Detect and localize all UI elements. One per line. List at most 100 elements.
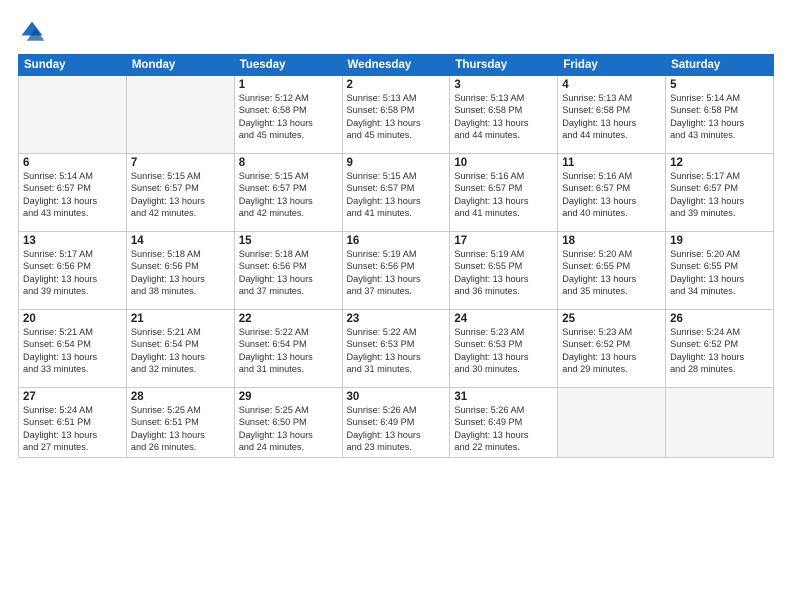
week-row-4: 20Sunrise: 5:21 AM Sunset: 6:54 PM Dayli… [19,310,774,388]
logo [18,18,50,46]
calendar-cell: 2Sunrise: 5:13 AM Sunset: 6:58 PM Daylig… [342,76,450,154]
calendar-cell: 21Sunrise: 5:21 AM Sunset: 6:54 PM Dayli… [126,310,234,388]
calendar-cell: 9Sunrise: 5:15 AM Sunset: 6:57 PM Daylig… [342,154,450,232]
day-info: Sunrise: 5:15 AM Sunset: 6:57 PM Dayligh… [239,170,338,220]
day-info: Sunrise: 5:16 AM Sunset: 6:57 PM Dayligh… [454,170,553,220]
calendar-cell: 17Sunrise: 5:19 AM Sunset: 6:55 PM Dayli… [450,232,558,310]
calendar-cell: 24Sunrise: 5:23 AM Sunset: 6:53 PM Dayli… [450,310,558,388]
calendar-cell: 13Sunrise: 5:17 AM Sunset: 6:56 PM Dayli… [19,232,127,310]
day-info: Sunrise: 5:26 AM Sunset: 6:49 PM Dayligh… [347,404,446,454]
day-number: 5 [670,79,769,91]
day-number: 20 [23,313,122,325]
day-number: 26 [670,313,769,325]
day-number: 25 [562,313,661,325]
calendar-cell: 18Sunrise: 5:20 AM Sunset: 6:55 PM Dayli… [558,232,666,310]
day-info: Sunrise: 5:24 AM Sunset: 6:51 PM Dayligh… [23,404,122,454]
calendar-cell: 23Sunrise: 5:22 AM Sunset: 6:53 PM Dayli… [342,310,450,388]
day-number: 27 [23,391,122,403]
calendar-cell: 1Sunrise: 5:12 AM Sunset: 6:58 PM Daylig… [234,76,342,154]
day-number: 28 [131,391,230,403]
day-info: Sunrise: 5:14 AM Sunset: 6:58 PM Dayligh… [670,92,769,142]
calendar-cell: 4Sunrise: 5:13 AM Sunset: 6:58 PM Daylig… [558,76,666,154]
day-info: Sunrise: 5:17 AM Sunset: 6:56 PM Dayligh… [23,248,122,298]
day-info: Sunrise: 5:25 AM Sunset: 6:51 PM Dayligh… [131,404,230,454]
day-info: Sunrise: 5:18 AM Sunset: 6:56 PM Dayligh… [131,248,230,298]
calendar-cell [126,76,234,154]
calendar-cell [558,388,666,458]
day-info: Sunrise: 5:19 AM Sunset: 6:55 PM Dayligh… [454,248,553,298]
day-info: Sunrise: 5:13 AM Sunset: 6:58 PM Dayligh… [454,92,553,142]
calendar-cell: 31Sunrise: 5:26 AM Sunset: 6:49 PM Dayli… [450,388,558,458]
weekday-header-saturday: Saturday [666,55,774,76]
day-info: Sunrise: 5:12 AM Sunset: 6:58 PM Dayligh… [239,92,338,142]
calendar-cell: 6Sunrise: 5:14 AM Sunset: 6:57 PM Daylig… [19,154,127,232]
calendar-cell: 15Sunrise: 5:18 AM Sunset: 6:56 PM Dayli… [234,232,342,310]
day-number: 24 [454,313,553,325]
day-info: Sunrise: 5:21 AM Sunset: 6:54 PM Dayligh… [131,326,230,376]
day-info: Sunrise: 5:14 AM Sunset: 6:57 PM Dayligh… [23,170,122,220]
calendar-cell: 8Sunrise: 5:15 AM Sunset: 6:57 PM Daylig… [234,154,342,232]
week-row-1: 1Sunrise: 5:12 AM Sunset: 6:58 PM Daylig… [19,76,774,154]
day-number: 11 [562,157,661,169]
day-info: Sunrise: 5:20 AM Sunset: 6:55 PM Dayligh… [670,248,769,298]
calendar-cell: 7Sunrise: 5:15 AM Sunset: 6:57 PM Daylig… [126,154,234,232]
header [18,18,774,46]
day-number: 14 [131,235,230,247]
weekday-header-row: SundayMondayTuesdayWednesdayThursdayFrid… [19,55,774,76]
calendar-cell: 20Sunrise: 5:21 AM Sunset: 6:54 PM Dayli… [19,310,127,388]
week-row-2: 6Sunrise: 5:14 AM Sunset: 6:57 PM Daylig… [19,154,774,232]
calendar-cell: 12Sunrise: 5:17 AM Sunset: 6:57 PM Dayli… [666,154,774,232]
day-info: Sunrise: 5:17 AM Sunset: 6:57 PM Dayligh… [670,170,769,220]
day-info: Sunrise: 5:15 AM Sunset: 6:57 PM Dayligh… [347,170,446,220]
calendar-cell: 30Sunrise: 5:26 AM Sunset: 6:49 PM Dayli… [342,388,450,458]
week-row-5: 27Sunrise: 5:24 AM Sunset: 6:51 PM Dayli… [19,388,774,458]
weekday-header-thursday: Thursday [450,55,558,76]
day-info: Sunrise: 5:13 AM Sunset: 6:58 PM Dayligh… [347,92,446,142]
day-info: Sunrise: 5:26 AM Sunset: 6:49 PM Dayligh… [454,404,553,454]
day-info: Sunrise: 5:23 AM Sunset: 6:53 PM Dayligh… [454,326,553,376]
day-number: 29 [239,391,338,403]
day-number: 16 [347,235,446,247]
calendar-cell: 3Sunrise: 5:13 AM Sunset: 6:58 PM Daylig… [450,76,558,154]
calendar-cell: 11Sunrise: 5:16 AM Sunset: 6:57 PM Dayli… [558,154,666,232]
weekday-header-monday: Monday [126,55,234,76]
day-info: Sunrise: 5:21 AM Sunset: 6:54 PM Dayligh… [23,326,122,376]
calendar-cell: 16Sunrise: 5:19 AM Sunset: 6:56 PM Dayli… [342,232,450,310]
calendar-cell: 28Sunrise: 5:25 AM Sunset: 6:51 PM Dayli… [126,388,234,458]
day-number: 4 [562,79,661,91]
day-info: Sunrise: 5:16 AM Sunset: 6:57 PM Dayligh… [562,170,661,220]
calendar-cell: 5Sunrise: 5:14 AM Sunset: 6:58 PM Daylig… [666,76,774,154]
day-info: Sunrise: 5:18 AM Sunset: 6:56 PM Dayligh… [239,248,338,298]
day-number: 15 [239,235,338,247]
day-number: 22 [239,313,338,325]
weekday-header-sunday: Sunday [19,55,127,76]
calendar-cell: 25Sunrise: 5:23 AM Sunset: 6:52 PM Dayli… [558,310,666,388]
day-info: Sunrise: 5:24 AM Sunset: 6:52 PM Dayligh… [670,326,769,376]
day-number: 12 [670,157,769,169]
day-number: 23 [347,313,446,325]
day-info: Sunrise: 5:22 AM Sunset: 6:54 PM Dayligh… [239,326,338,376]
logo-icon [18,18,46,46]
day-number: 2 [347,79,446,91]
day-info: Sunrise: 5:15 AM Sunset: 6:57 PM Dayligh… [131,170,230,220]
weekday-header-friday: Friday [558,55,666,76]
day-number: 7 [131,157,230,169]
page: SundayMondayTuesdayWednesdayThursdayFrid… [0,0,792,612]
weekday-header-tuesday: Tuesday [234,55,342,76]
day-info: Sunrise: 5:23 AM Sunset: 6:52 PM Dayligh… [562,326,661,376]
calendar-cell [666,388,774,458]
calendar-cell: 19Sunrise: 5:20 AM Sunset: 6:55 PM Dayli… [666,232,774,310]
calendar-cell: 10Sunrise: 5:16 AM Sunset: 6:57 PM Dayli… [450,154,558,232]
day-number: 9 [347,157,446,169]
day-number: 3 [454,79,553,91]
calendar-cell: 22Sunrise: 5:22 AM Sunset: 6:54 PM Dayli… [234,310,342,388]
calendar-cell: 14Sunrise: 5:18 AM Sunset: 6:56 PM Dayli… [126,232,234,310]
day-info: Sunrise: 5:13 AM Sunset: 6:58 PM Dayligh… [562,92,661,142]
day-number: 1 [239,79,338,91]
calendar-cell: 29Sunrise: 5:25 AM Sunset: 6:50 PM Dayli… [234,388,342,458]
day-info: Sunrise: 5:22 AM Sunset: 6:53 PM Dayligh… [347,326,446,376]
day-number: 18 [562,235,661,247]
day-number: 10 [454,157,553,169]
day-number: 13 [23,235,122,247]
calendar-cell: 26Sunrise: 5:24 AM Sunset: 6:52 PM Dayli… [666,310,774,388]
